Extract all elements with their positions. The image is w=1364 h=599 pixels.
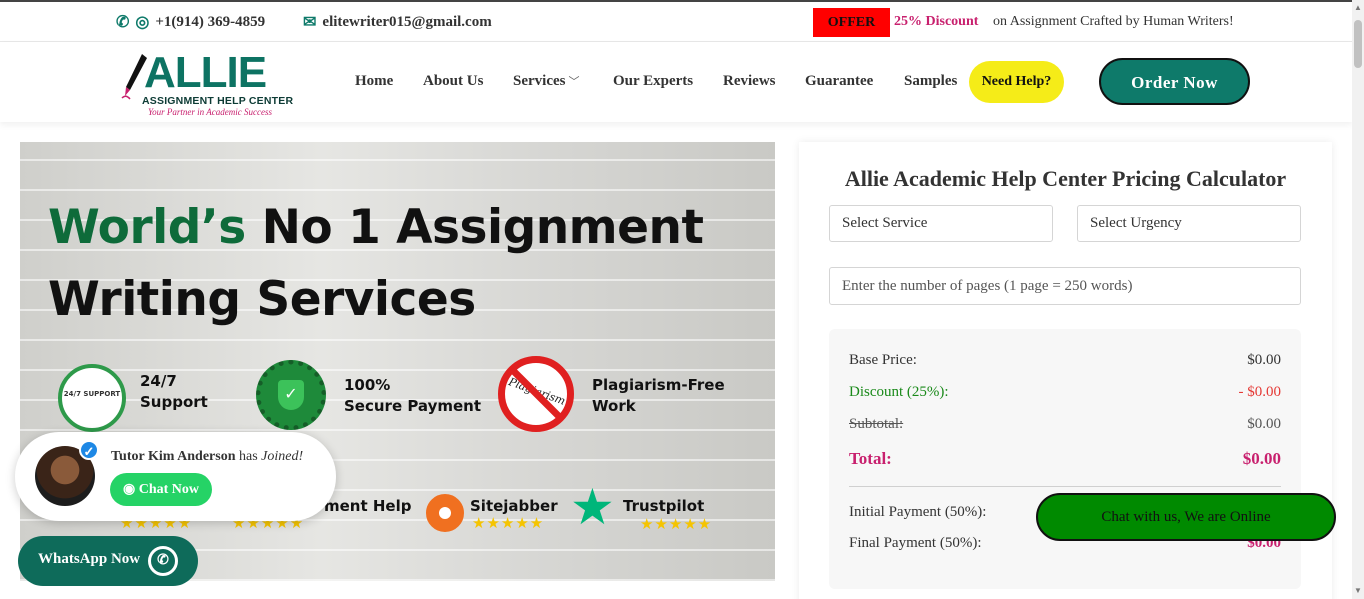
top-bar: ✆ ◎ +1(914) 369-4859 ✉ elitewriter015@gm… [0, 0, 1352, 42]
mail-icon: ✉ [303, 14, 317, 31]
logo-title: ALLIE [144, 48, 267, 97]
feature-plagiarism-free: Plagiarism-Free Work [592, 376, 725, 415]
order-now-button[interactable]: Order Now [1099, 58, 1250, 105]
nav-samples[interactable]: Samples [904, 73, 957, 90]
chat-now-button[interactable]: ◉ Chat Now [110, 473, 212, 506]
hero-headline: World’s No 1 Assignment [48, 200, 704, 255]
shield-check-icon: ✓ [278, 380, 304, 410]
base-price-row: Base Price: $0.00 [849, 352, 1281, 369]
no-plagiarism-icon: Plagiarism [498, 356, 574, 432]
subtotal-value: $0.00 [1247, 416, 1281, 432]
nav-our-experts[interactable]: Our Experts [613, 73, 693, 90]
page-scrollbar[interactable]: ▲ ▼ [1352, 0, 1364, 599]
nav-services[interactable]: Services ﹀ [513, 73, 579, 90]
site-logo[interactable]: ALLIE ASSIGNMENT HELP CENTER Your Partne… [120, 48, 320, 117]
phone-contact[interactable]: ✆ ◎ +1(914) 369-4859 [116, 12, 265, 32]
feature-secure-payment: 100% Secure Payment [344, 376, 482, 415]
rating-label-trustpilot: Trustpilot [623, 497, 705, 515]
phone-icon: ✆ [116, 14, 130, 31]
total-label: Total: [849, 449, 892, 468]
select-service[interactable]: Select Service [829, 205, 1053, 242]
need-help-button[interactable]: Need Help? [969, 61, 1064, 103]
logo-subtitle: ASSIGNMENT HELP CENTER [142, 95, 294, 107]
chat-now-label: Chat Now [138, 482, 199, 497]
hero-headline-rest: No 1 Assignment [245, 200, 704, 255]
total-row: Total: $0.00 [849, 449, 1281, 469]
tutor-has: has [238, 449, 258, 464]
offer-badge: OFFER [813, 8, 890, 37]
scroll-down-icon[interactable]: ▼ [1354, 586, 1362, 595]
calculator-title: Allie Academic Help Center Pricing Calcu… [844, 166, 1287, 191]
discount-row: Discount (25%): - $0.00 [849, 384, 1281, 401]
nav-about-us[interactable]: About Us [423, 73, 483, 90]
rating-stars-sitejabber: ★★★★★ [472, 516, 545, 532]
secure-payment-icon: ✓ [256, 360, 326, 430]
select-urgency[interactable]: Select Urgency [1077, 205, 1301, 242]
support-icon-text: 24/7 SUPPORT [63, 390, 121, 398]
whatsapp-icon: ◎ [135, 14, 150, 31]
email-address: elitewriter015@gmail.com [322, 13, 492, 30]
pages-input[interactable] [829, 267, 1301, 305]
tutor-joined-text: Tutor Kim Anderson has Joined! [111, 449, 303, 465]
scroll-up-icon[interactable]: ▲ [1354, 3, 1362, 12]
initial-payment-label: Initial Payment (50%): [849, 504, 987, 520]
discount-value: - $0.00 [1238, 384, 1282, 400]
feature-support: 24/7 Support [140, 372, 208, 411]
whatsapp-now-label: WhatsApp Now [38, 551, 141, 567]
whatsapp-icon: ✆ [148, 546, 178, 576]
subtotal-label: Subtotal: [849, 416, 904, 432]
tutor-name: Tutor Kim Anderson [111, 449, 236, 464]
sitejabber-icon [426, 494, 464, 532]
phone-number: +1(914) 369-4859 [155, 13, 266, 30]
whatsapp-now-button[interactable]: WhatsApp Now ✆ [18, 536, 198, 586]
scroll-thumb[interactable] [1354, 20, 1362, 68]
discount-label: Discount (25%): [849, 384, 949, 400]
nav-reviews[interactable]: Reviews [723, 73, 776, 90]
divider [849, 486, 1281, 487]
email-contact[interactable]: ✉ elitewriter015@gmail.com [303, 12, 492, 32]
whatsapp-icon: ◉ [123, 482, 136, 497]
verified-icon: ✓ [79, 440, 99, 460]
tutor-joined-popup: ✓ Tutor Kim Anderson has Joined! ◉ Chat … [15, 432, 336, 521]
base-price-value: $0.00 [1247, 352, 1281, 368]
rating-label-assignment-help: ment Help [324, 497, 412, 515]
final-payment-label: Final Payment (50%): [849, 535, 982, 551]
offer-text: on Assignment Crafted by Human Writers! [993, 14, 1234, 29]
nav-services-label: Services [513, 73, 566, 89]
nav-guarantee[interactable]: Guarantee [805, 73, 873, 90]
rating-stars-trustpilot: ★★★★★ [640, 517, 713, 533]
chat-online-button[interactable]: Chat with us, We are Online [1036, 493, 1336, 541]
chevron-down-icon: ﹀ [568, 76, 580, 88]
support-icon: 24/7 SUPPORT [58, 364, 126, 432]
trustpilot-star-icon: ★ [570, 479, 615, 535]
site-header: ALLIE ASSIGNMENT HELP CENTER Your Partne… [0, 42, 1352, 122]
total-value: $0.00 [1242, 449, 1281, 468]
price-breakdown: Base Price: $0.00 Discount (25%): - $0.00 … [829, 329, 1301, 589]
subtotal-row: Subtotal: $0.00 [849, 416, 1281, 433]
hero-headline-highlight: World’s [48, 200, 246, 255]
offer-discount: 25% Discount [894, 14, 979, 29]
base-price-label: Base Price: [849, 352, 917, 368]
rating-label-sitejabber: Sitejabber [470, 497, 558, 515]
logo-tagline: Your Partner in Academic Success [148, 107, 272, 117]
hero-headline-line2: Writing Services [48, 272, 476, 327]
tutor-joined: Joined! [261, 449, 304, 464]
nav-home[interactable]: Home [355, 73, 393, 90]
